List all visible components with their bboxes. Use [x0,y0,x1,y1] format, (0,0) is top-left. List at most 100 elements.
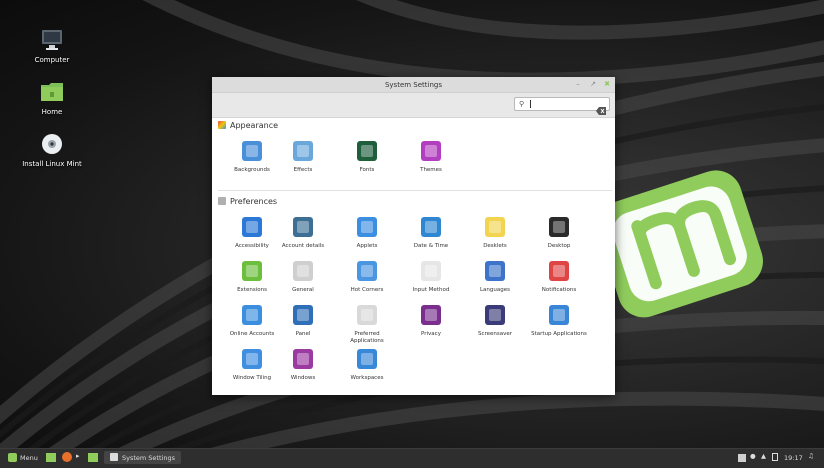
hot-corners-icon [357,261,377,281]
minimize-icon[interactable]: – [574,80,582,88]
settings-item-date-time[interactable]: Date & Time [401,217,461,250]
disc-icon [39,132,65,156]
settings-item-label: Screensaver [477,331,513,337]
settings-item-languages[interactable]: Languages [465,261,525,294]
desktop-icon [549,217,569,237]
panel-icon [293,305,313,325]
desklets-icon [485,217,505,237]
settings-item-workspaces[interactable]: Workspaces [337,349,397,382]
user-icon[interactable]: ● [750,452,756,460]
section-divider [218,190,612,191]
settings-item-label: Date & Time [413,243,449,249]
settings-item-label: Workspaces [350,375,384,381]
settings-item-label: General [292,287,314,293]
settings-item-privacy[interactable]: Privacy [401,305,461,338]
launcher-show-desktop[interactable] [46,453,56,462]
settings-item-label: Fonts [359,167,375,173]
window-tiling-icon [242,349,262,369]
settings-task-icon [110,453,118,461]
applet-notes-icon[interactable] [738,454,746,462]
settings-item-label: Desklets [483,243,507,249]
network-icon[interactable]: ▲ [761,452,766,460]
task-label: System Settings [122,454,175,462]
backgrounds-icon [242,141,262,161]
settings-item-preferred-applications[interactable]: Preferred Applications [337,305,397,345]
accessibility-icon [242,217,262,237]
sound-icon[interactable]: ♫ [808,452,814,460]
bottom-panel: Menu ▸ System Settings ● ▲ 19:17 ♫ [0,448,824,468]
computer-icon [39,28,65,52]
launcher-firefox[interactable] [62,452,72,462]
settings-item-hot-corners[interactable]: Hot Corners [337,261,397,294]
applets-icon [357,217,377,237]
desktop-icon-label: Install Linux Mint [22,160,82,168]
settings-item-applets[interactable]: Applets [337,217,397,250]
settings-item-label: Startup Applications [531,331,587,337]
section-label: Preferences [230,197,278,206]
section-label: Appearance [230,121,279,130]
toolbar: ⚲ [212,93,615,118]
menu-button[interactable]: Menu [8,453,38,462]
settings-item-input-method[interactable]: Input Method [401,261,461,294]
titlebar[interactable]: System Settings – ↗ ✖ [212,77,615,93]
settings-item-screensaver[interactable]: Screensaver [465,305,525,338]
settings-item-label: Themes [420,167,442,173]
close-icon[interactable]: ✖ [603,80,611,88]
clock[interactable]: 19:17 [784,454,803,462]
online-accounts-icon [242,305,262,325]
maximize-icon[interactable]: ↗ [589,80,597,88]
account-details-icon [293,217,313,237]
home-folder-icon [39,80,65,104]
settings-item-label: Hot Corners [350,287,384,293]
preferences-section-icon [218,197,226,205]
clock-icon [421,217,441,237]
system-settings-window: System Settings – ↗ ✖ ⚲ Appearance Backg… [212,77,615,395]
fonts-icon [357,141,377,161]
section-header-appearance: Appearance [218,121,278,130]
settings-item-account-details[interactable]: Account details [273,217,333,250]
settings-item-themes[interactable]: Themes [401,141,461,174]
desktop-icon-label: Computer [34,56,70,64]
clear-search-icon[interactable] [596,100,606,115]
settings-item-desktop[interactable]: Desktop [529,217,589,250]
taskbar-button-system-settings[interactable]: System Settings [104,451,181,464]
windows-icon [293,349,313,369]
launcher-terminal-icon[interactable]: ▸ [76,452,80,460]
settings-item-notifications[interactable]: Notifications [529,261,589,294]
section-header-preferences: Preferences [218,197,277,206]
battery-icon[interactable] [772,453,778,461]
settings-item-fonts[interactable]: Fonts [337,141,397,174]
search-icon: ⚲ [519,100,525,108]
desktop-icon-install[interactable]: Install Linux Mint [12,132,92,168]
settings-item-label: Applets [356,243,378,249]
menu-label: Menu [20,454,38,462]
text-cursor [530,100,531,108]
mint-menu-icon [8,453,17,462]
search-input[interactable]: ⚲ [514,97,610,115]
desktop-icon-computer[interactable]: Computer [12,28,92,64]
settings-item-label: Preferred Applications [350,331,384,344]
settings-item-effects[interactable]: Effects [273,141,333,174]
launcher-files[interactable] [88,453,98,462]
desktop-icon-home[interactable]: Home [12,80,92,116]
settings-item-desklets[interactable]: Desklets [465,217,525,250]
settings-item-windows[interactable]: Windows [273,349,333,382]
window-title: System Settings [384,81,443,89]
settings-item-general[interactable]: General [273,261,333,294]
general-icon [293,261,313,281]
preferred-applications-icon [357,305,377,325]
settings-item-label: Notifications [541,287,577,293]
startup-applications-icon [549,305,569,325]
settings-item-label: Account details [281,243,325,249]
privacy-icon [421,305,441,325]
settings-item-panel[interactable]: Panel [273,305,333,338]
settings-item-label: Panel [295,331,311,337]
settings-item-label: Desktop [547,243,571,249]
appearance-section-icon [218,121,226,129]
screensaver-icon [485,305,505,325]
desktop-icon-label: Home [41,108,63,116]
settings-item-startup-applications[interactable]: Startup Applications [529,305,589,338]
settings-item-label: Windows [290,375,316,381]
themes-icon [421,141,441,161]
settings-item-label: Languages [479,287,510,293]
